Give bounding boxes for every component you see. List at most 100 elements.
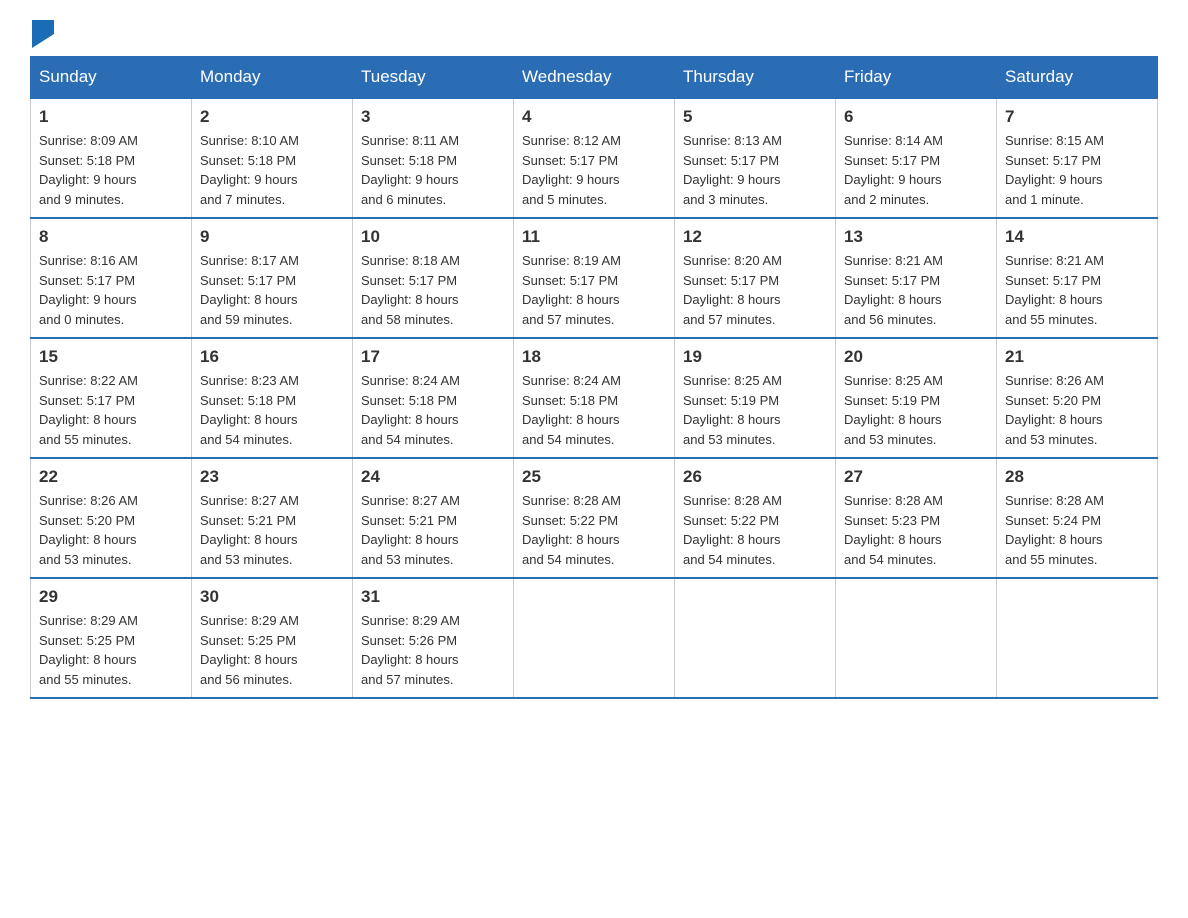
day-info: Sunrise: 8:27 AM Sunset: 5:21 PM Dayligh… xyxy=(361,491,505,569)
day-number: 15 xyxy=(39,347,183,367)
day-number: 24 xyxy=(361,467,505,487)
calendar-table: SundayMondayTuesdayWednesdayThursdayFrid… xyxy=(30,56,1158,699)
calendar-cell xyxy=(514,578,675,698)
calendar-cell: 21 Sunrise: 8:26 AM Sunset: 5:20 PM Dayli… xyxy=(997,338,1158,458)
calendar-cell: 19 Sunrise: 8:25 AM Sunset: 5:19 PM Dayli… xyxy=(675,338,836,458)
day-info: Sunrise: 8:29 AM Sunset: 5:26 PM Dayligh… xyxy=(361,611,505,689)
day-number: 19 xyxy=(683,347,827,367)
calendar-week-row: 29 Sunrise: 8:29 AM Sunset: 5:25 PM Dayli… xyxy=(31,578,1158,698)
day-number: 27 xyxy=(844,467,988,487)
day-number: 21 xyxy=(1005,347,1149,367)
day-number: 8 xyxy=(39,227,183,247)
calendar-cell: 4 Sunrise: 8:12 AM Sunset: 5:17 PM Daylig… xyxy=(514,98,675,218)
day-info: Sunrise: 8:25 AM Sunset: 5:19 PM Dayligh… xyxy=(683,371,827,449)
day-info: Sunrise: 8:10 AM Sunset: 5:18 PM Dayligh… xyxy=(200,131,344,209)
day-info: Sunrise: 8:26 AM Sunset: 5:20 PM Dayligh… xyxy=(39,491,183,569)
day-info: Sunrise: 8:26 AM Sunset: 5:20 PM Dayligh… xyxy=(1005,371,1149,449)
day-info: Sunrise: 8:22 AM Sunset: 5:17 PM Dayligh… xyxy=(39,371,183,449)
calendar-cell: 2 Sunrise: 8:10 AM Sunset: 5:18 PM Daylig… xyxy=(192,98,353,218)
day-info: Sunrise: 8:28 AM Sunset: 5:22 PM Dayligh… xyxy=(522,491,666,569)
calendar-header-row: SundayMondayTuesdayWednesdayThursdayFrid… xyxy=(31,57,1158,99)
calendar-cell xyxy=(675,578,836,698)
day-info: Sunrise: 8:13 AM Sunset: 5:17 PM Dayligh… xyxy=(683,131,827,209)
day-number: 23 xyxy=(200,467,344,487)
day-info: Sunrise: 8:21 AM Sunset: 5:17 PM Dayligh… xyxy=(844,251,988,329)
day-number: 2 xyxy=(200,107,344,127)
calendar-cell: 5 Sunrise: 8:13 AM Sunset: 5:17 PM Daylig… xyxy=(675,98,836,218)
day-number: 25 xyxy=(522,467,666,487)
calendar-cell: 17 Sunrise: 8:24 AM Sunset: 5:18 PM Dayli… xyxy=(353,338,514,458)
calendar-week-row: 1 Sunrise: 8:09 AM Sunset: 5:18 PM Daylig… xyxy=(31,98,1158,218)
calendar-header-friday: Friday xyxy=(836,57,997,99)
day-number: 22 xyxy=(39,467,183,487)
calendar-cell: 16 Sunrise: 8:23 AM Sunset: 5:18 PM Dayli… xyxy=(192,338,353,458)
calendar-cell: 30 Sunrise: 8:29 AM Sunset: 5:25 PM Dayli… xyxy=(192,578,353,698)
logo-arrow-icon xyxy=(32,20,54,48)
day-number: 12 xyxy=(683,227,827,247)
calendar-week-row: 15 Sunrise: 8:22 AM Sunset: 5:17 PM Dayli… xyxy=(31,338,1158,458)
day-info: Sunrise: 8:14 AM Sunset: 5:17 PM Dayligh… xyxy=(844,131,988,209)
day-info: Sunrise: 8:09 AM Sunset: 5:18 PM Dayligh… xyxy=(39,131,183,209)
calendar-cell: 10Sunrise: 8:18 AM Sunset: 5:17 PM Dayli… xyxy=(353,218,514,338)
day-number: 9 xyxy=(200,227,344,247)
day-info: Sunrise: 8:28 AM Sunset: 5:24 PM Dayligh… xyxy=(1005,491,1149,569)
day-number: 16 xyxy=(200,347,344,367)
day-info: Sunrise: 8:17 AM Sunset: 5:17 PM Dayligh… xyxy=(200,251,344,329)
day-info: Sunrise: 8:15 AM Sunset: 5:17 PM Dayligh… xyxy=(1005,131,1149,209)
calendar-cell: 28 Sunrise: 8:28 AM Sunset: 5:24 PM Dayli… xyxy=(997,458,1158,578)
calendar-cell: 7 Sunrise: 8:15 AM Sunset: 5:17 PM Daylig… xyxy=(997,98,1158,218)
calendar-cell: 1 Sunrise: 8:09 AM Sunset: 5:18 PM Daylig… xyxy=(31,98,192,218)
day-info: Sunrise: 8:28 AM Sunset: 5:22 PM Dayligh… xyxy=(683,491,827,569)
day-info: Sunrise: 8:23 AM Sunset: 5:18 PM Dayligh… xyxy=(200,371,344,449)
calendar-cell: 6 Sunrise: 8:14 AM Sunset: 5:17 PM Daylig… xyxy=(836,98,997,218)
day-number: 31 xyxy=(361,587,505,607)
day-info: Sunrise: 8:12 AM Sunset: 5:17 PM Dayligh… xyxy=(522,131,666,209)
day-number: 10 xyxy=(361,227,505,247)
logo xyxy=(30,20,54,46)
calendar-header-tuesday: Tuesday xyxy=(353,57,514,99)
calendar-header-wednesday: Wednesday xyxy=(514,57,675,99)
day-number: 29 xyxy=(39,587,183,607)
day-number: 1 xyxy=(39,107,183,127)
calendar-cell: 26 Sunrise: 8:28 AM Sunset: 5:22 PM Dayli… xyxy=(675,458,836,578)
day-number: 5 xyxy=(683,107,827,127)
day-number: 11 xyxy=(522,227,666,247)
day-info: Sunrise: 8:27 AM Sunset: 5:21 PM Dayligh… xyxy=(200,491,344,569)
calendar-cell: 23 Sunrise: 8:27 AM Sunset: 5:21 PM Dayli… xyxy=(192,458,353,578)
day-info: Sunrise: 8:29 AM Sunset: 5:25 PM Dayligh… xyxy=(39,611,183,689)
day-info: Sunrise: 8:28 AM Sunset: 5:23 PM Dayligh… xyxy=(844,491,988,569)
calendar-week-row: 22 Sunrise: 8:26 AM Sunset: 5:20 PM Dayli… xyxy=(31,458,1158,578)
day-number: 28 xyxy=(1005,467,1149,487)
day-number: 6 xyxy=(844,107,988,127)
calendar-cell xyxy=(836,578,997,698)
calendar-cell xyxy=(997,578,1158,698)
day-number: 4 xyxy=(522,107,666,127)
day-info: Sunrise: 8:25 AM Sunset: 5:19 PM Dayligh… xyxy=(844,371,988,449)
calendar-header-saturday: Saturday xyxy=(997,57,1158,99)
calendar-cell: 29 Sunrise: 8:29 AM Sunset: 5:25 PM Dayli… xyxy=(31,578,192,698)
day-number: 30 xyxy=(200,587,344,607)
day-number: 3 xyxy=(361,107,505,127)
day-number: 7 xyxy=(1005,107,1149,127)
day-number: 17 xyxy=(361,347,505,367)
calendar-cell: 8Sunrise: 8:16 AM Sunset: 5:17 PM Daylig… xyxy=(31,218,192,338)
day-info: Sunrise: 8:29 AM Sunset: 5:25 PM Dayligh… xyxy=(200,611,344,689)
calendar-header-monday: Monday xyxy=(192,57,353,99)
day-number: 20 xyxy=(844,347,988,367)
day-number: 14 xyxy=(1005,227,1149,247)
day-info: Sunrise: 8:11 AM Sunset: 5:18 PM Dayligh… xyxy=(361,131,505,209)
day-info: Sunrise: 8:24 AM Sunset: 5:18 PM Dayligh… xyxy=(361,371,505,449)
day-info: Sunrise: 8:24 AM Sunset: 5:18 PM Dayligh… xyxy=(522,371,666,449)
day-info: Sunrise: 8:20 AM Sunset: 5:17 PM Dayligh… xyxy=(683,251,827,329)
day-number: 26 xyxy=(683,467,827,487)
calendar-cell: 15 Sunrise: 8:22 AM Sunset: 5:17 PM Dayli… xyxy=(31,338,192,458)
calendar-cell: 20 Sunrise: 8:25 AM Sunset: 5:19 PM Dayli… xyxy=(836,338,997,458)
calendar-week-row: 8Sunrise: 8:16 AM Sunset: 5:17 PM Daylig… xyxy=(31,218,1158,338)
calendar-cell: 18Sunrise: 8:24 AM Sunset: 5:18 PM Dayli… xyxy=(514,338,675,458)
calendar-cell: 27 Sunrise: 8:28 AM Sunset: 5:23 PM Dayli… xyxy=(836,458,997,578)
calendar-header-sunday: Sunday xyxy=(31,57,192,99)
calendar-cell: 25 Sunrise: 8:28 AM Sunset: 5:22 PM Dayli… xyxy=(514,458,675,578)
day-number: 13 xyxy=(844,227,988,247)
calendar-cell: 3 Sunrise: 8:11 AM Sunset: 5:18 PM Daylig… xyxy=(353,98,514,218)
calendar-cell: 14Sunrise: 8:21 AM Sunset: 5:17 PM Dayli… xyxy=(997,218,1158,338)
